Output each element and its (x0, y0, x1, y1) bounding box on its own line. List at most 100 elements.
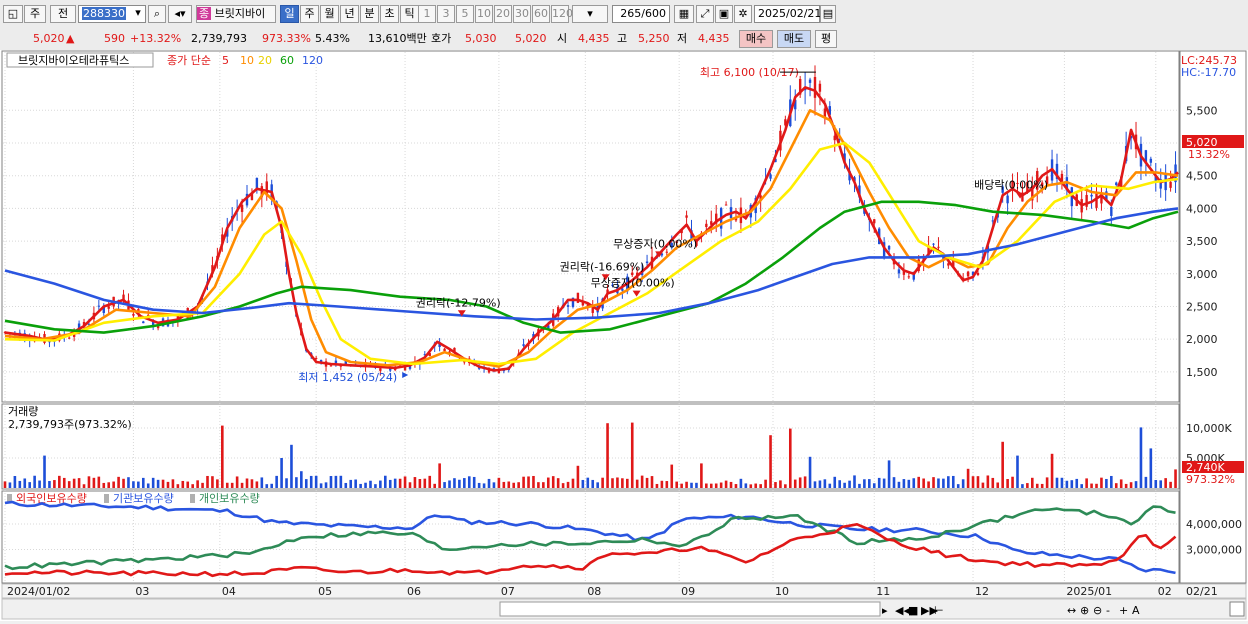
eval-button[interactable]: 평 (815, 30, 837, 48)
volume-bar (991, 477, 995, 488)
interval-5[interactable]: 5 (456, 5, 474, 23)
period-code-label: 주 (29, 7, 41, 20)
stock-chart[interactable]: 1,5002,0002,5003,0003,5004,0004,5005,000… (0, 50, 1248, 621)
volume-bar (522, 476, 525, 488)
chart-area[interactable]: 1,5002,0002,5003,0003,5004,0004,5005,000… (0, 50, 1248, 621)
volume-bar (670, 464, 674, 488)
volume-bar (996, 482, 1000, 488)
volume-bar (290, 444, 293, 488)
volume-bar (1031, 477, 1034, 488)
save-icon[interactable]: ▣ (715, 5, 733, 23)
date-input[interactable]: 2025/02/21 (754, 5, 821, 23)
volume-bar (225, 482, 229, 488)
volume-bar (166, 481, 170, 488)
interval-60[interactable]: 60 (532, 5, 550, 23)
volume-bar (304, 479, 308, 488)
tab-5[interactable]: 초 (380, 5, 399, 23)
price-tick-8: 5,500 (1186, 104, 1218, 117)
volume-bar (33, 475, 36, 488)
volume-bar (695, 482, 698, 488)
x-tick-11: 2025/01 (1066, 585, 1112, 598)
volume-bar (1026, 483, 1029, 488)
volume-bar (868, 479, 871, 488)
volume-bar (566, 481, 570, 488)
volume-bar (942, 478, 945, 488)
nav-control-2: ■ (908, 604, 918, 617)
count-input[interactable]: 265/600 (612, 5, 670, 23)
volume-bar (388, 479, 392, 488)
volume-bar (186, 481, 190, 488)
calendar-icon[interactable]: ▤ (820, 5, 836, 23)
grid-settings-icon[interactable]: ▦ (674, 5, 694, 23)
tab-0[interactable]: 일 (280, 5, 299, 23)
quote-bar: 5,020 ▲ 590 +13.32% 2,739,793 973.33% 5.… (0, 28, 1248, 51)
price-tick-4: 3,500 (1186, 235, 1218, 248)
volume-bar (749, 484, 753, 488)
sell-button[interactable]: 매도 (777, 30, 811, 48)
volume-bar (1154, 480, 1158, 488)
volume-bar (709, 483, 713, 488)
volume-bar (1124, 483, 1128, 488)
turnover-rate: 5.43% (315, 32, 350, 45)
legend-price-label: 종가 단순 (167, 54, 211, 67)
volume-bar (739, 478, 743, 488)
volume-bar (927, 481, 930, 488)
volume-bar (754, 483, 758, 488)
volume-bar (586, 477, 590, 488)
volume-bar (803, 476, 807, 488)
tools-icon[interactable]: ⤢ (696, 5, 714, 23)
candle-body (937, 246, 940, 248)
interval-120[interactable]: 120 (551, 5, 573, 23)
volume-bar (877, 477, 881, 488)
volume-bar (240, 482, 244, 488)
nav-control-7: ⊖ (1093, 604, 1102, 617)
annotation-low: 최저 1,452 (05/24) (298, 371, 397, 384)
interval-3[interactable]: 3 (437, 5, 455, 23)
volume-bar (1045, 477, 1049, 488)
tab-4[interactable]: 분 (360, 5, 379, 23)
window-icon[interactable]: ◱ (3, 5, 23, 23)
gear-icon[interactable]: ✲ (734, 5, 752, 23)
interval-dropdown[interactable]: ▾ (572, 5, 608, 23)
stock-name-field[interactable]: 종 브릿지바이 (196, 5, 276, 23)
volume-bar (260, 477, 264, 488)
volume-bar (463, 478, 466, 488)
speaker-icon[interactable]: ◂▾ (168, 5, 192, 23)
volume-bar (364, 482, 367, 488)
volume-bar (546, 477, 550, 488)
chevron-down-icon[interactable]: ▾ (131, 5, 145, 23)
interval-10[interactable]: 10 (475, 5, 493, 23)
legend-ma-20: 20 (258, 54, 272, 67)
volume-bar (833, 476, 837, 488)
volume-bar (685, 481, 688, 488)
volume-bar (171, 479, 175, 488)
interval-20[interactable]: 20 (494, 5, 512, 23)
interval-30[interactable]: 30 (513, 5, 531, 23)
buy-label: 매수 (745, 32, 767, 45)
search-icon[interactable]: ⌕ (148, 5, 166, 23)
tab-3[interactable]: 년 (340, 5, 359, 23)
tab-6[interactable]: 틱 (400, 5, 419, 23)
buy-button[interactable]: 매수 (739, 30, 773, 48)
x-tick-10: 12 (975, 585, 989, 598)
volume-bar (250, 479, 254, 488)
volume-bar (823, 479, 827, 488)
period-code-button[interactable]: 주 (24, 5, 46, 23)
interval-1[interactable]: 1 (418, 5, 436, 23)
hoga-ask: 5,030 (465, 32, 497, 45)
tab-2[interactable]: 월 (320, 5, 339, 23)
prev-label: 전 (57, 7, 69, 20)
volume-bar (813, 481, 817, 488)
volume-bar (863, 479, 866, 488)
tab-1[interactable]: 주 (300, 5, 319, 23)
volume-bar (655, 483, 659, 488)
volume-bar (482, 483, 486, 488)
volume-bar (62, 477, 66, 488)
volume-bar (843, 482, 846, 488)
volume-bar (349, 479, 353, 488)
volume-bar (492, 482, 496, 488)
stock-badge: 종 (197, 7, 212, 20)
volume-bar (58, 475, 61, 488)
volume-bar (1001, 441, 1004, 488)
prev-button[interactable]: 전 (50, 5, 76, 23)
